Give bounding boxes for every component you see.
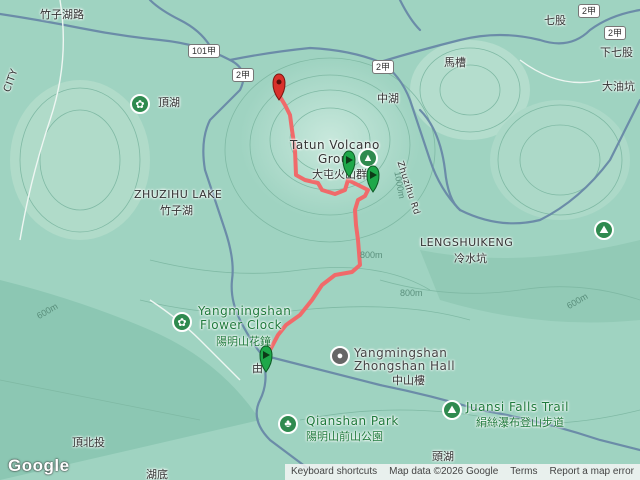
terms-link[interactable]: Terms	[504, 464, 543, 480]
place-lengshuikeng-en: LENGSHUIKENG	[420, 236, 514, 249]
report-error-link[interactable]: Report a map error	[544, 464, 640, 480]
attribution-bar: Keyboard shortcuts Map data ©2026 Google…	[284, 464, 640, 480]
place-qigu: 七股	[544, 14, 566, 27]
hiking-poi-icon[interactable]: ⛰	[442, 400, 462, 420]
place-zhongshan-en1: Yangmingshan	[354, 346, 448, 360]
flower-clock-poi-icon[interactable]: ✿	[172, 312, 192, 332]
route-shield-2a: 2甲	[604, 26, 627, 40]
place-juansi-zh: 絹絲瀑布登山步道	[476, 416, 564, 429]
place-zhonghu: 中湖	[377, 92, 399, 105]
place-dayoukeng: 大油坑	[602, 80, 635, 93]
place-juansi-en: Juansi Falls Trail	[466, 400, 569, 414]
hiking-poi-icon[interactable]: ⛰	[594, 220, 614, 240]
place-mazao: 馬槽	[444, 56, 466, 69]
route-shield-2a: 2甲	[372, 60, 395, 74]
place-flower-clock-en1: Yangmingshan	[198, 304, 292, 318]
place-tatun-zh: 大屯火山群	[312, 168, 367, 181]
mountain-poi-icon[interactable]: ▲	[358, 148, 378, 168]
flower-poi-icon[interactable]: ✿	[130, 94, 150, 114]
place-hudi: 湖底	[146, 468, 168, 480]
place-toutou: 頭湖	[432, 450, 454, 463]
place-zhongshan-en2: Zhongshan Hall	[354, 359, 456, 373]
place-dingbeitou: 頂北投	[72, 436, 105, 449]
map-data-text: Map data ©2026 Google	[389, 466, 499, 477]
place-flower-clock-en2: Flower Clock	[200, 318, 283, 332]
route-shield-101: 101甲	[188, 44, 221, 58]
place-zhuzihu-lake-en: ZHUZIHU LAKE	[134, 188, 223, 201]
place-flower-clock-zh: 陽明山花鐘	[216, 335, 271, 348]
place-tatun-en2: Grou	[318, 152, 349, 166]
landmark-poi-icon[interactable]: ●	[330, 346, 350, 366]
place-dingzhi: 頂湖	[158, 96, 180, 109]
place-zhuzihu-lake-zh: 竹子湖	[160, 204, 193, 217]
place-zhuzihu-road: 竹子湖路	[40, 8, 84, 21]
google-logo: Google	[8, 456, 70, 475]
place-xiaqigu: 下七股	[600, 46, 633, 59]
keyboard-shortcuts-link[interactable]: Keyboard shortcuts	[285, 464, 383, 480]
contour-label: 800m	[360, 250, 383, 260]
contour-label: 800m	[400, 288, 423, 298]
place-zhongshan-zh: 中山樓	[392, 374, 425, 387]
place-you-char: 由	[252, 362, 263, 375]
map-canvas[interactable]: 竹子湖路 頂湖 ZHUZIHU LAKE 竹子湖 Tatun Volcano G…	[0, 0, 640, 480]
route-shield-2a: 2甲	[232, 68, 255, 82]
place-qianshan-en: Qianshan Park	[306, 414, 399, 428]
route-shield-2a: 2甲	[578, 4, 601, 18]
park-poi-icon[interactable]: ♣	[278, 414, 298, 434]
place-lengshuikeng-zh: 冷水坑	[454, 252, 487, 265]
place-qianshan-zh: 陽明山前山公園	[306, 430, 383, 443]
